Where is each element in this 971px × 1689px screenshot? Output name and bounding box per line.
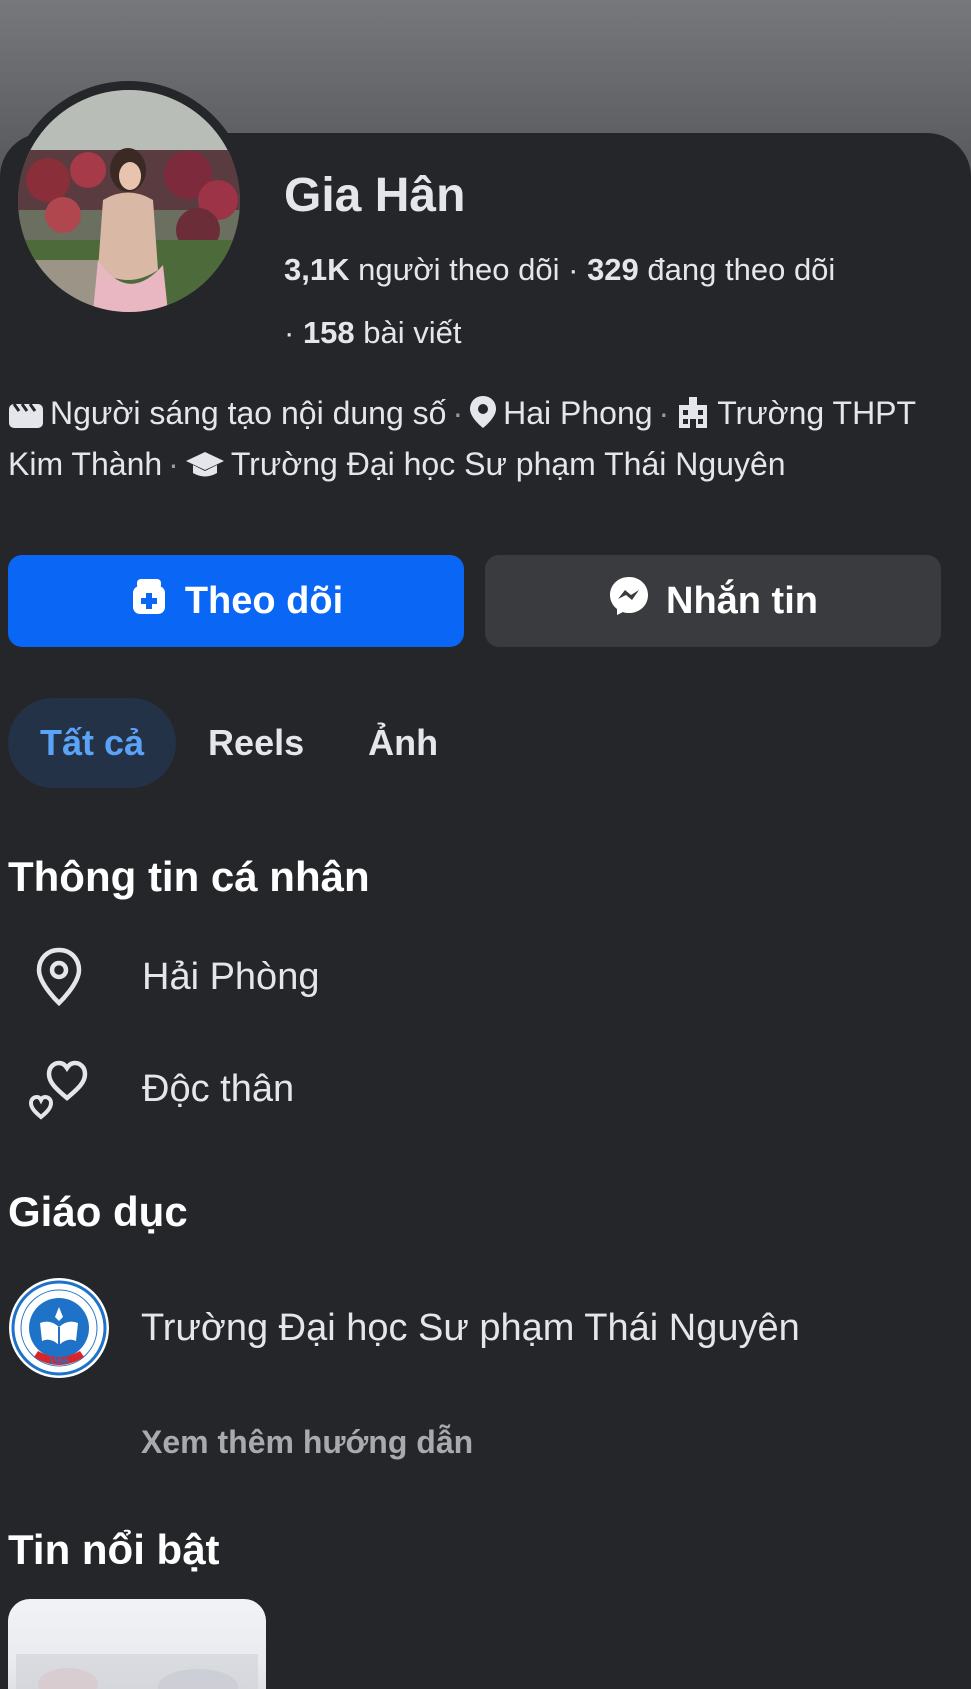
posts-count: 158 (302, 315, 355, 350)
story-thumbnail (16, 1654, 258, 1689)
map-pin-outline-icon (0, 947, 118, 1007)
map-pin-icon (469, 395, 497, 441)
info-city-row[interactable]: Hải Phòng (0, 937, 971, 1017)
graduation-cap-icon (185, 446, 225, 492)
clapperboard-icon (8, 395, 44, 441)
info-relationship: Độc thân (142, 1067, 295, 1110)
intro-university[interactable]: Trường Đại học Sư phạm Thái Nguyên (231, 446, 786, 482)
posts-label: bài viết (363, 315, 462, 350)
avatar-photo (18, 90, 240, 312)
tab-all[interactable]: Tất cả (8, 698, 177, 788)
tab-reels[interactable]: Reels (176, 698, 336, 788)
followers-label[interactable]: người theo dõi (358, 252, 559, 287)
logo-year: 1966 (49, 1356, 69, 1367)
separator-dot: · (568, 252, 588, 287)
info-relationship-row[interactable]: Độc thân (0, 1049, 971, 1129)
message-button[interactable]: Nhắn tin (485, 555, 941, 647)
highlights-title: Tin nổi bật (8, 1526, 220, 1573)
follow-label: Theo dõi (184, 579, 344, 622)
education-school[interactable]: Trường Đại học Sư phạm Thái Nguyên (141, 1307, 800, 1350)
following-label[interactable]: đang theo dõi (647, 252, 835, 287)
followers-count[interactable]: 3,1K (284, 252, 349, 287)
intro-creator: Người sáng tạo nội dung số (50, 395, 447, 431)
profile-intro: Người sáng tạo nội dung số · Hai Phong · T… (8, 390, 958, 492)
personal-info-title: Thông tin cá nhân (8, 853, 370, 900)
intro-location[interactable]: Hai Phong (503, 395, 652, 431)
profile-name: Gia Hân (284, 169, 466, 222)
see-more-link[interactable]: Xem thêm hướng dẫn (141, 1424, 473, 1461)
hearts-icon (0, 1058, 118, 1120)
profile-page: Gia Hân 3,1K người theo dõi · 329 đang t… (0, 0, 971, 1689)
separator-dot: · (284, 315, 303, 350)
following-count[interactable]: 329 (587, 252, 639, 287)
profile-tabs: Tất cả Reels Ảnh (8, 698, 470, 788)
follow-button[interactable]: Theo dõi (8, 555, 464, 647)
university-logo[interactable]: 1966 (8, 1277, 110, 1379)
add-user-icon (129, 576, 169, 626)
school-building-icon (675, 395, 711, 441)
messenger-icon (608, 575, 650, 627)
education-title: Giáo dục (8, 1188, 188, 1235)
avatar[interactable] (18, 90, 240, 312)
info-city: Hải Phòng (142, 955, 320, 998)
tab-photos[interactable]: Ảnh (336, 698, 470, 788)
story-highlight-card[interactable] (8, 1599, 266, 1689)
message-label: Nhắn tin (666, 579, 818, 622)
profile-stats: 3,1K người theo dõi · 329 đang theo dõi … (284, 238, 944, 364)
